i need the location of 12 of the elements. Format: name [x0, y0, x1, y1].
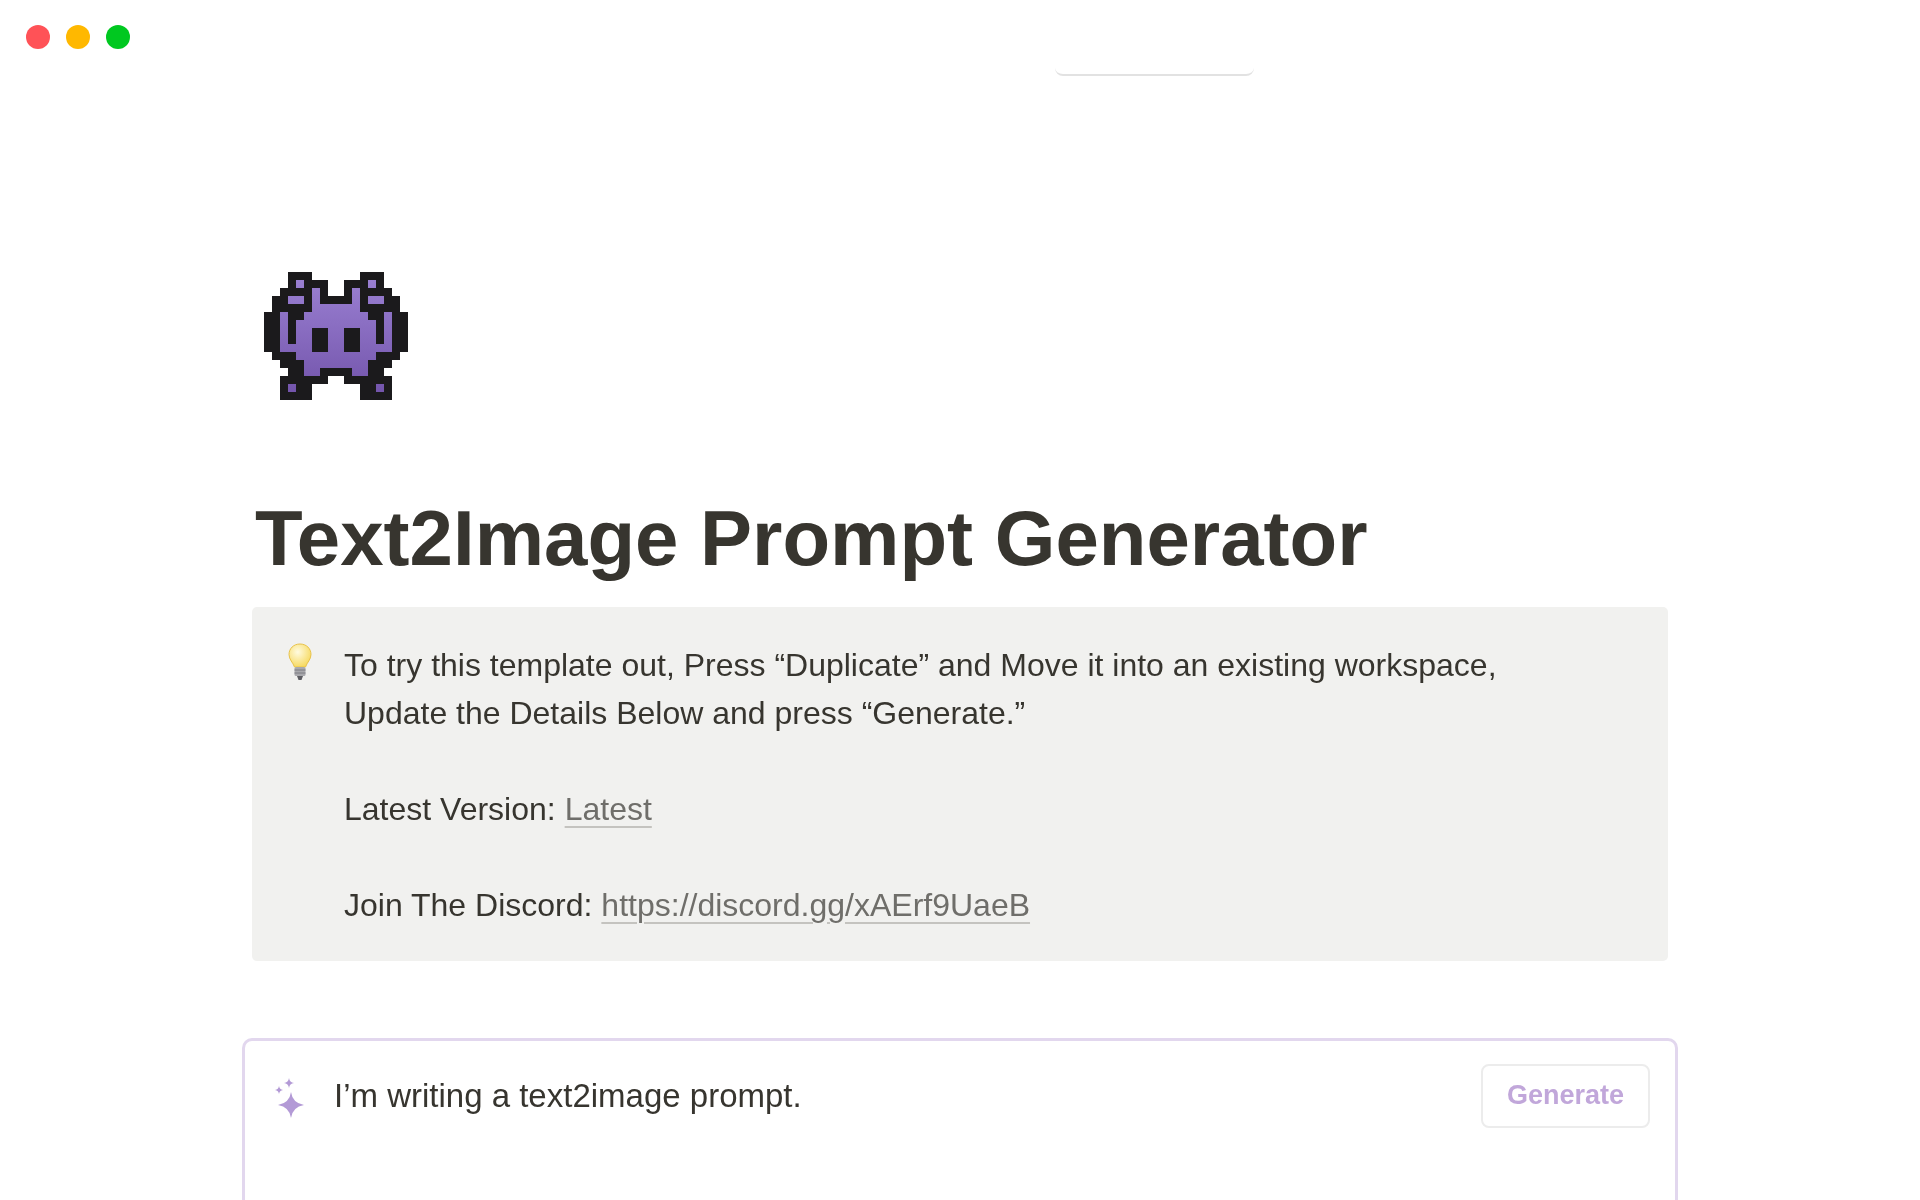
space-invader-icon	[264, 272, 408, 400]
field-label: Join The Discord:	[344, 886, 593, 923]
link[interactable]: https://discord.gg/xAErf9UaeB	[601, 886, 1030, 923]
field-label: Latest Version:	[344, 790, 556, 827]
page-title: Text2Image Prompt Generator	[254, 493, 1369, 584]
link[interactable]: Latest	[564, 790, 652, 827]
maximize-icon[interactable]	[106, 25, 130, 49]
lightbulb-icon	[288, 642, 312, 683]
callout-text: To try this template out, Press “Duplicate” and Move it into an existing workspace, Update the Details Below and press “Generate.”	[344, 645, 1498, 733]
prompt-text: I’m writing a text2image prompt.	[334, 1075, 803, 1116]
minimize-icon[interactable]	[66, 25, 90, 49]
close-icon[interactable]	[26, 25, 50, 49]
